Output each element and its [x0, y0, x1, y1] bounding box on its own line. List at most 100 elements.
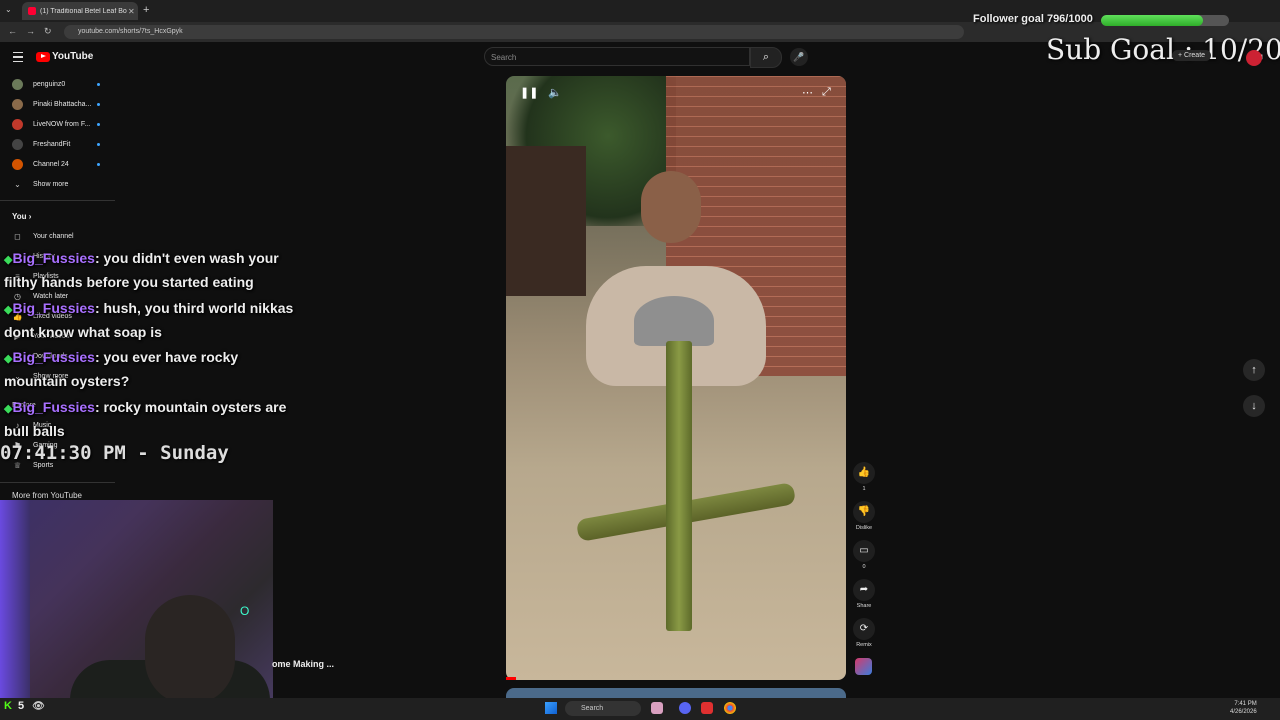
windows-taskbar: Search 7:41 PM 4/26/2026	[0, 698, 1280, 720]
arrow-up-icon: ↑	[1251, 364, 1257, 376]
taskbar-app-icon[interactable]	[701, 702, 713, 714]
channel-avatar	[12, 138, 23, 150]
sidebar-item[interactable]: ◻ Your channel	[0, 227, 110, 245]
pause-icon[interactable]: ❚❚	[520, 86, 538, 99]
remix-icon: ⟳	[853, 618, 875, 640]
follower-goal-fill	[1101, 15, 1203, 26]
comment-icon: ▭	[853, 540, 875, 562]
back-icon[interactable]: ←	[8, 26, 17, 36]
video-hut	[506, 146, 586, 296]
chrome-icon[interactable]	[724, 702, 736, 714]
more-options-icon[interactable]: ⋯	[802, 86, 813, 99]
follower-goal-label: Follower goal 796/1000	[973, 13, 1093, 25]
search-input[interactable]: Search	[484, 47, 750, 66]
sidebar-divider	[0, 200, 115, 201]
channel-avatar[interactable]	[855, 658, 872, 675]
sidebar-subscription[interactable]: penguinz0	[0, 75, 110, 93]
sidebar-item-label: Pinaki Bhattacha...	[33, 100, 92, 108]
forward-icon[interactable]: →	[26, 26, 35, 36]
sidebar-subscription[interactable]: Pinaki Bhattacha...	[0, 95, 110, 113]
live-dot-icon	[97, 82, 100, 86]
channel-avatar	[12, 158, 23, 170]
channel-avatar	[12, 98, 23, 110]
taskbar-search[interactable]: Search	[565, 701, 641, 716]
webcam-streamer-head	[145, 595, 235, 705]
chat-username: Big_Fussies	[12, 398, 95, 415]
chat-message: ◆Big_Fussies: you ever have rocky mounta…	[4, 346, 304, 392]
thumb-down-button[interactable]: 👎 Dislike	[852, 501, 876, 531]
action-label: 1	[862, 486, 866, 492]
kick-viewer-count: K 5 👁	[4, 700, 45, 712]
create-button[interactable]: + Create	[1172, 50, 1212, 61]
eye-icon: 👁	[32, 701, 45, 712]
viewer-count: 5	[17, 700, 25, 712]
webcam-backlight	[0, 500, 30, 720]
youtube-favicon-icon	[28, 7, 36, 15]
share-icon: ➦	[853, 579, 875, 601]
menu-icon[interactable]	[13, 52, 23, 62]
youtube-logo[interactable]: YouTube	[36, 51, 93, 62]
shorts-video-player[interactable]: ❚❚ 🔈 ⋯ ⤢	[506, 76, 846, 680]
new-tab-icon[interactable]: +	[143, 4, 149, 16]
volume-icon[interactable]: 🔈	[548, 86, 562, 99]
sidebar-subscription[interactable]: Channel 24	[0, 155, 110, 173]
channel-avatar	[12, 118, 23, 130]
kick-logo-icon: K	[4, 700, 12, 712]
action-label: 0	[862, 564, 866, 570]
sidebar-item-label: penguinz0	[33, 80, 66, 88]
account-avatar[interactable]	[1246, 50, 1262, 66]
taskbar-clock[interactable]: 7:41 PM 4/26/2026	[1230, 700, 1257, 716]
tab-list-chevron-icon[interactable]: ⌄	[5, 5, 12, 14]
discord-icon[interactable]	[679, 702, 691, 714]
tab-close-icon[interactable]: ✕	[128, 7, 138, 16]
show-more-label: Show more	[33, 180, 69, 188]
video-bamboo-pole	[666, 341, 692, 631]
reload-icon[interactable]: ↻	[44, 26, 52, 37]
follower-goal-bar	[1101, 15, 1229, 26]
comment-button[interactable]: ▭ 0	[852, 540, 876, 570]
video-progress-bar[interactable]	[506, 677, 516, 680]
tab-title: (1) Traditional Betel Leaf Bo	[40, 7, 127, 15]
show-more-button[interactable]: ⌄ Show more	[0, 175, 110, 193]
more-from-youtube-heading: More from YouTube	[12, 491, 82, 500]
action-label: Share	[856, 603, 872, 609]
microphone-icon[interactable]: 🎤	[790, 48, 808, 66]
sidebar-item-label: FreshandFit	[33, 140, 71, 148]
live-dot-icon	[97, 142, 100, 146]
taskbar-date: 4/26/2026	[1230, 709, 1257, 715]
chat-username: Big_Fussies	[12, 250, 95, 266]
action-label: Dislike	[855, 525, 873, 531]
browser-tab[interactable]: (1) Traditional Betel Leaf Bo ✕	[22, 2, 138, 20]
sidebar-item-label: LiveNOW from F...	[33, 120, 91, 128]
chat-message: ◆Big_Fussies: you didn't even wash your …	[4, 247, 304, 293]
thumb-up-button[interactable]: 👍 1	[852, 462, 876, 492]
url-field[interactable]: youtube.com/shorts/7ts_HcxGpyk	[64, 25, 964, 39]
thumb-up-icon: 👍	[853, 462, 875, 484]
sidebar-item-label: Your channel	[33, 232, 74, 240]
thumb-down-icon: 👎	[853, 501, 875, 523]
sidebar-subscription[interactable]: FreshandFit	[0, 135, 110, 153]
live-dot-icon	[97, 162, 100, 166]
sidebar-divider	[0, 482, 115, 483]
channel-avatar	[12, 78, 23, 90]
next-short-preview[interactable]	[506, 688, 846, 698]
remix-button[interactable]: ⟳ Remix	[852, 618, 876, 648]
windows-start-icon[interactable]	[545, 702, 557, 714]
next-short-button[interactable]: ↓	[1243, 395, 1265, 417]
fullscreen-icon[interactable]: ⤢	[822, 86, 831, 99]
chat-username: Big_Fussies	[12, 349, 95, 365]
sidebar-item-label: Channel 24	[33, 160, 69, 168]
arrow-down-icon: ↓	[1251, 400, 1257, 412]
user-icon: ◻	[14, 231, 21, 241]
search-button[interactable]: ⌕	[750, 47, 782, 68]
taskbar-app-icon[interactable]	[651, 702, 663, 714]
stream-clock: 07:41:30 PM - Sunday	[0, 442, 229, 464]
you-heading[interactable]: You ›	[12, 212, 31, 221]
youtube-play-icon	[36, 51, 50, 62]
sub-goal-label: Sub Goal : 10/20	[1046, 33, 1280, 66]
chat-username: Big_Fussies	[12, 299, 95, 316]
previous-short-button[interactable]: ↑	[1243, 359, 1265, 381]
search-icon: ⌕	[762, 51, 770, 63]
share-button[interactable]: ➦ Share	[852, 579, 876, 609]
sidebar-subscription[interactable]: LiveNOW from F...	[0, 115, 110, 133]
